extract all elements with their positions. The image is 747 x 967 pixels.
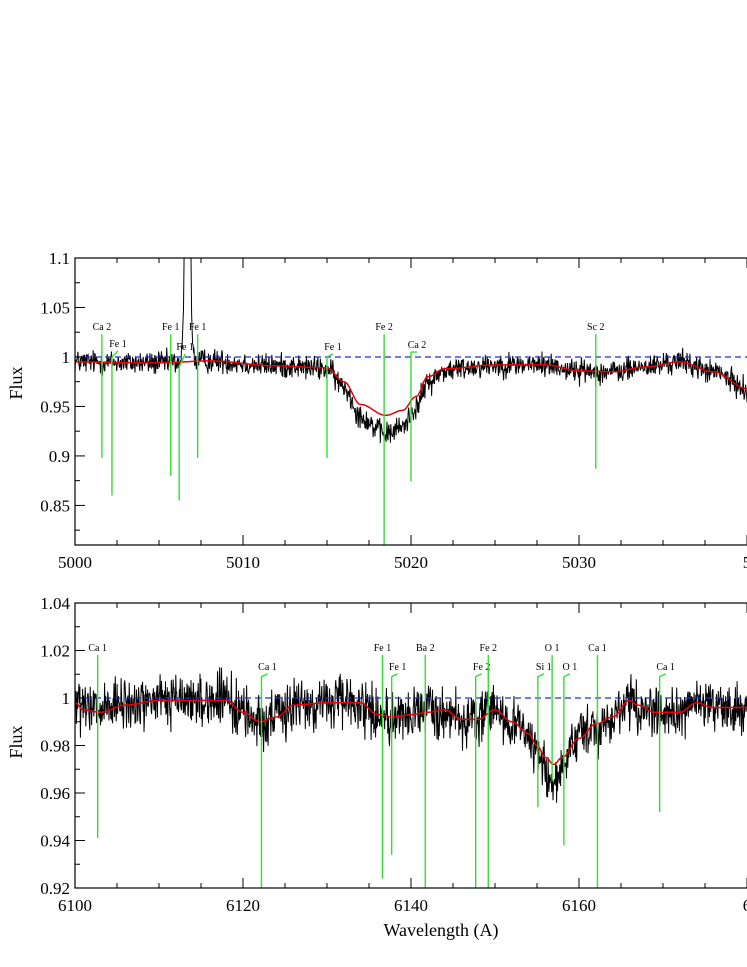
x-tick-label: 6140 bbox=[394, 896, 428, 915]
y-tick-label: 1.05 bbox=[40, 298, 70, 317]
line-label: Fe 1 bbox=[374, 643, 392, 654]
line-marker-connector bbox=[111, 350, 119, 358]
line-label: Fe 1 bbox=[389, 662, 407, 673]
line-label: Ca 2 bbox=[93, 322, 112, 333]
x-tick-label: 6100 bbox=[58, 896, 92, 915]
line-label: O 1 bbox=[545, 643, 560, 654]
x-axis-label: Wavelength (A) bbox=[383, 920, 498, 941]
line-marker: Ba 2 bbox=[416, 643, 435, 888]
line-marker-connector bbox=[178, 353, 186, 368]
line-label: Fe 1 bbox=[109, 339, 127, 350]
line-label: Fe 1 bbox=[324, 342, 342, 353]
line-marker: Ca 2 bbox=[408, 340, 427, 482]
x-tick-label: 6120 bbox=[226, 896, 260, 915]
plot-area: Ca 1Ca 1Fe 1Fe 1Ba 2Fe 2Fe 2Si 1O 1O 1Ca… bbox=[75, 643, 747, 888]
y-tick-label: 1 bbox=[62, 689, 71, 708]
observed-spectrum bbox=[75, 667, 747, 803]
line-marker: Ca 1 bbox=[588, 643, 607, 888]
x-tick-label: 5000 bbox=[58, 553, 92, 572]
line-marker-connector bbox=[391, 673, 398, 678]
line-marker: Fe 1 bbox=[176, 342, 194, 501]
x-tick-label: 5020 bbox=[394, 553, 428, 572]
y-tick-label: 0.96 bbox=[40, 784, 70, 803]
y-tick-label: 0.94 bbox=[40, 832, 70, 851]
line-label: Ca 2 bbox=[408, 340, 427, 351]
plot-frame bbox=[74, 602, 747, 889]
line-marker-connector bbox=[537, 673, 545, 678]
line-marker: Ca 1 bbox=[258, 662, 277, 888]
line-label: Fe 1 bbox=[176, 342, 194, 353]
line-label: Sc 2 bbox=[587, 322, 605, 333]
plot-area: Ca 2 Fe 1 Fe 1 Fe 1 Fe 1 Fe 1 Fe 2 Ca 2 Sc 2 bbox=[75, 258, 747, 545]
line-marker: Fe 2 bbox=[480, 643, 498, 888]
line-label: Ca 1 bbox=[656, 662, 675, 673]
line-marker-connector bbox=[659, 673, 666, 678]
x-tick-label: 6 bbox=[743, 896, 747, 915]
y-tick-label: 0.98 bbox=[40, 737, 70, 756]
line-marker: Ca 1 bbox=[656, 662, 675, 812]
panel-top: Ca 2 Fe 1 Fe 1 Fe 1 Fe 1 Fe 1 Fe 2 Ca 2 Sc 2 5000… bbox=[6, 249, 747, 572]
y-tick-label: 1 bbox=[62, 348, 71, 367]
x-tick-label: 5 bbox=[743, 553, 747, 572]
panel-bottom: Ca 1Ca 1Fe 1Fe 1Ba 2Fe 2Fe 2Si 1O 1O 1Ca… bbox=[6, 594, 747, 941]
y-axis-label: Flux bbox=[6, 366, 26, 399]
x-tick-label: 5030 bbox=[562, 553, 596, 572]
line-marker: Fe 1 bbox=[324, 342, 342, 458]
y-tick-label: 1.04 bbox=[40, 594, 70, 613]
line-label: Fe 2 bbox=[375, 322, 393, 333]
x-tick-label: 6160 bbox=[562, 896, 596, 915]
line-label: Ca 1 bbox=[588, 643, 607, 654]
line-marker: Sc 2 bbox=[587, 322, 605, 469]
line-marker: Ca 1 bbox=[88, 643, 107, 839]
line-label: Ca 1 bbox=[258, 662, 277, 673]
y-tick-label: 1.1 bbox=[49, 249, 70, 268]
y-tick-label: 0.92 bbox=[40, 879, 70, 898]
line-label: Ca 1 bbox=[88, 643, 107, 654]
y-axis-label: Flux bbox=[6, 725, 26, 758]
line-label: O 1 bbox=[563, 662, 578, 673]
line-marker: Fe 1 bbox=[374, 643, 392, 879]
y-tick-label: 0.95 bbox=[40, 397, 70, 416]
line-label: Fe 2 bbox=[480, 643, 498, 654]
line-label: Fe 1 bbox=[162, 322, 180, 333]
y-tick-label: 1.02 bbox=[40, 642, 70, 661]
line-label: Si 1 bbox=[536, 662, 552, 673]
line-marker-connector bbox=[563, 673, 571, 678]
y-tick-label: 0.85 bbox=[40, 496, 70, 515]
line-marker-connector bbox=[261, 673, 268, 678]
line-marker-connector bbox=[475, 673, 482, 678]
spectrum-figure: Ca 2 Fe 1 Fe 1 Fe 1 Fe 1 Fe 1 Fe 2 Ca 2 Sc 2 5000… bbox=[6, 249, 747, 941]
y-tick-label: 0.9 bbox=[49, 447, 70, 466]
x-tick-label: 5010 bbox=[226, 553, 260, 572]
line-label: Fe 1 bbox=[189, 322, 207, 333]
line-marker: Fe 1 bbox=[389, 662, 407, 855]
line-label: Ba 2 bbox=[416, 643, 435, 654]
